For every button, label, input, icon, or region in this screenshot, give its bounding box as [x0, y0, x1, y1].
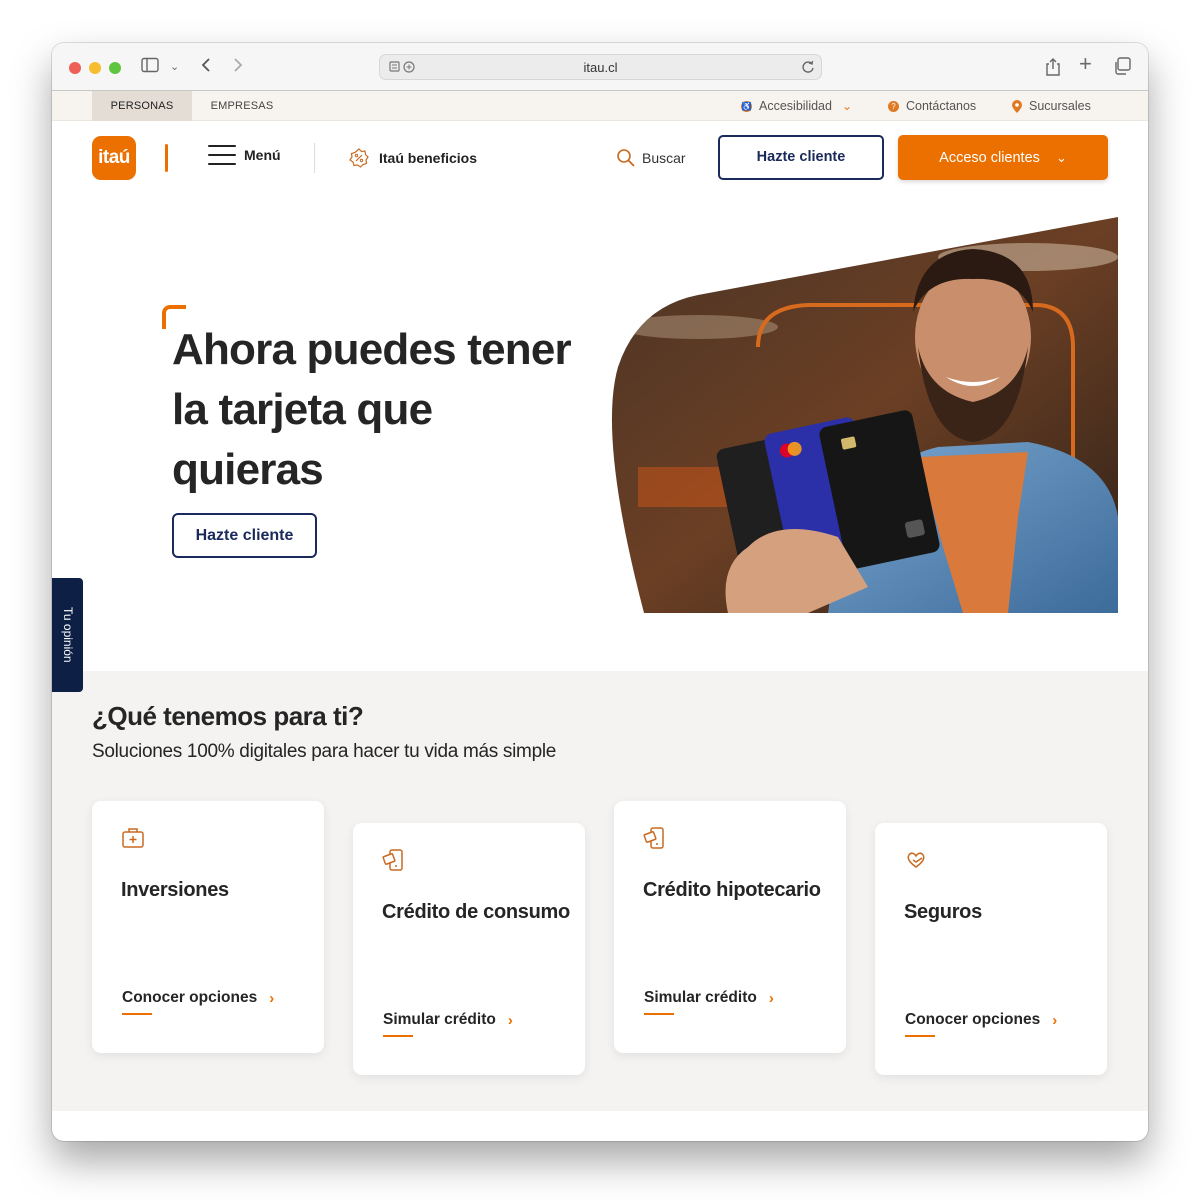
phone-money-icon — [643, 827, 664, 849]
url-text: itau.cl — [583, 60, 618, 75]
address-bar[interactable]: itau.cl — [379, 54, 822, 80]
card-title: Crédito de consumo — [382, 901, 570, 923]
section-subtitle: Soluciones 100% digitales para hacer tu … — [92, 741, 557, 762]
utility-bar: PERSONAS EMPRESAS ♿ Accesibilidad ⌄ ? Co… — [52, 91, 1148, 121]
discount-badge-icon — [349, 148, 369, 168]
hero-image-man-with-cards — [611, 217, 1118, 613]
card-link[interactable]: Simular crédito › — [644, 989, 774, 1007]
chevron-right-icon: › — [768, 989, 774, 1007]
product-card-credito-hipotecario[interactable]: Crédito hipotecario Simular crédito › — [614, 801, 846, 1053]
back-icon[interactable] — [200, 57, 212, 79]
client-access-label: Acceso clientes — [939, 150, 1040, 166]
card-title: Inversiones — [121, 879, 229, 901]
tabs-overview-icon[interactable] — [1113, 57, 1131, 81]
benefits-link[interactable]: Itaú beneficios — [349, 148, 477, 168]
accessibility-icon: ♿ — [741, 100, 752, 112]
link-underline — [644, 1013, 674, 1015]
card-link-label: Conocer opciones — [905, 1011, 1041, 1028]
branches-label: Sucursales — [1029, 99, 1091, 113]
products-section: ¿Qué tenemos para ti? Soluciones 100% di… — [52, 671, 1148, 1111]
browser-toolbar: ⌄ itau.cl + — [52, 43, 1148, 91]
card-link[interactable]: Conocer opciones › — [122, 989, 274, 1007]
share-icon[interactable] — [1045, 57, 1061, 83]
feedback-tab[interactable]: Tu opinión — [52, 578, 83, 692]
card-title: Seguros — [904, 901, 982, 923]
forward-icon[interactable] — [232, 57, 244, 79]
reload-icon[interactable] — [799, 58, 817, 76]
sidebar-toggle-icon[interactable] — [141, 57, 159, 79]
contact-label: Contáctanos — [906, 99, 977, 113]
minimize-window-button[interactable] — [89, 62, 101, 74]
card-link-label: Simular crédito — [644, 989, 757, 1006]
card-title: Crédito hipotecario — [643, 879, 821, 901]
hamburger-icon — [208, 144, 236, 166]
phone-money-icon — [382, 849, 403, 871]
link-underline — [122, 1013, 152, 1015]
search-button[interactable]: Buscar — [616, 148, 686, 168]
close-window-button[interactable] — [69, 62, 81, 74]
zoom-window-button[interactable] — [109, 62, 121, 74]
chevron-right-icon: › — [1052, 1011, 1058, 1029]
product-card-inversiones[interactable]: Inversiones Conocer opciones › — [92, 801, 324, 1053]
branches-link[interactable]: Sucursales — [1012, 99, 1091, 113]
location-pin-icon — [1012, 99, 1022, 113]
card-link-label: Simular crédito — [383, 1011, 496, 1028]
hero-title: Ahora puedes tener la tarjeta que quiera… — [172, 325, 572, 494]
hero-become-client-button[interactable]: Hazte cliente — [172, 513, 317, 558]
chevron-down-icon: ⌄ — [841, 99, 853, 113]
tab-personas[interactable]: PERSONAS — [92, 91, 192, 121]
contact-link[interactable]: ? Contáctanos — [888, 99, 976, 113]
heart-hand-icon — [907, 852, 925, 868]
card-link[interactable]: Simular crédito › — [383, 1011, 513, 1029]
search-icon — [617, 149, 635, 167]
chevron-down-icon[interactable]: ⌄ — [170, 57, 179, 77]
chevron-right-icon: › — [269, 989, 275, 1007]
accessibility-label: Accesibilidad — [759, 99, 832, 113]
logo-divider — [165, 144, 168, 172]
hero-banner: Ahora puedes tener la tarjeta que quiera… — [52, 195, 1148, 671]
card-link-label: Conocer opciones — [122, 989, 258, 1006]
briefcase-plus-icon — [122, 828, 144, 848]
card-link[interactable]: Conocer opciones › — [905, 1011, 1057, 1029]
new-tab-icon[interactable]: + — [1079, 53, 1092, 75]
chevron-down-icon: ⌄ — [1055, 150, 1067, 165]
question-icon: ? — [888, 100, 899, 112]
product-card-credito-consumo[interactable]: Crédito de consumo Simular crédito › — [353, 823, 585, 1075]
menu-button[interactable]: Menú — [208, 144, 281, 166]
accessibility-menu[interactable]: ♿ Accesibilidad ⌄ — [741, 99, 852, 113]
nav-divider — [314, 143, 315, 173]
link-underline — [905, 1035, 935, 1037]
window-controls — [69, 62, 121, 74]
itau-logo[interactable]: itaú — [92, 136, 136, 180]
benefits-label: Itaú beneficios — [379, 150, 478, 166]
client-access-button[interactable]: Acceso clientes ⌄ — [898, 135, 1108, 180]
main-navigation: itaú Menú Itaú beneficios Buscar Hazte c… — [52, 121, 1148, 195]
link-underline — [383, 1035, 413, 1037]
browser-window: ⌄ itau.cl + PERSONAS EMPRESAS ♿ Accesibi… — [52, 43, 1148, 1141]
tab-empresas[interactable]: EMPRESAS — [192, 91, 292, 121]
chevron-right-icon: › — [507, 1011, 513, 1029]
search-label: Buscar — [642, 150, 686, 166]
product-card-seguros[interactable]: Seguros Conocer opciones › — [875, 823, 1107, 1075]
become-client-button[interactable]: Hazte cliente — [718, 135, 884, 180]
section-title: ¿Qué tenemos para ti? — [92, 701, 364, 731]
menu-label: Menú — [244, 147, 281, 163]
